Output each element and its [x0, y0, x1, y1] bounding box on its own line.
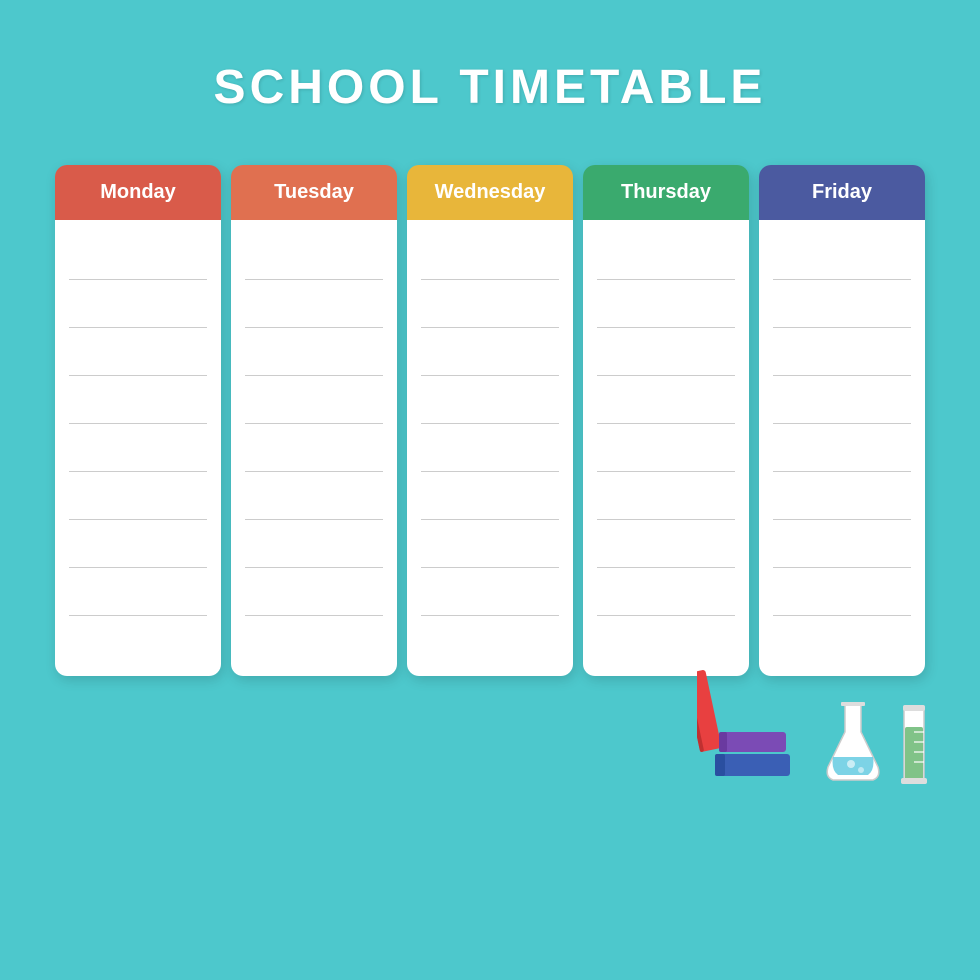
- schedule-line[interactable]: [597, 280, 735, 328]
- schedule-line[interactable]: [421, 232, 559, 280]
- schedule-line[interactable]: [421, 568, 559, 616]
- schedule-line[interactable]: [245, 568, 383, 616]
- schedule-line[interactable]: [421, 616, 559, 664]
- schedule-line[interactable]: [245, 376, 383, 424]
- schedule-line[interactable]: [69, 472, 207, 520]
- schedule-line[interactable]: [69, 328, 207, 376]
- page-title: SCHOOL TIMETABLE: [214, 60, 767, 115]
- schedule-line[interactable]: [245, 472, 383, 520]
- schedule-line[interactable]: [597, 568, 735, 616]
- day-body-monday: [55, 220, 221, 676]
- cylinder-icon: [899, 702, 925, 782]
- schedule-line[interactable]: [773, 376, 911, 424]
- day-body-thursday: [583, 220, 749, 676]
- flask-icon: [823, 702, 883, 782]
- day-column-thursday: Thursday: [583, 165, 749, 676]
- schedule-line[interactable]: [773, 424, 911, 472]
- schedule-line[interactable]: [421, 328, 559, 376]
- schedule-line[interactable]: [421, 376, 559, 424]
- schedule-line[interactable]: [245, 616, 383, 664]
- schedule-line[interactable]: [245, 424, 383, 472]
- schedule-line[interactable]: [69, 616, 207, 664]
- schedule-line[interactable]: [69, 424, 207, 472]
- schedule-line[interactable]: [773, 616, 911, 664]
- day-header-monday: Monday: [55, 165, 221, 220]
- schedule-line[interactable]: [245, 232, 383, 280]
- day-body-wednesday: [407, 220, 573, 676]
- schedule-line[interactable]: [773, 568, 911, 616]
- schedule-line[interactable]: [597, 616, 735, 664]
- schedule-line[interactable]: [69, 232, 207, 280]
- schedule-line[interactable]: [773, 328, 911, 376]
- day-column-monday: Monday: [55, 165, 221, 676]
- book-stack-icon: [715, 732, 790, 777]
- day-header-tuesday: Tuesday: [231, 165, 397, 220]
- schedule-line[interactable]: [69, 280, 207, 328]
- schedule-line[interactable]: [69, 568, 207, 616]
- schedule-line[interactable]: [69, 520, 207, 568]
- day-column-wednesday: Wednesday: [407, 165, 573, 676]
- schedule-line[interactable]: [421, 520, 559, 568]
- books-decoration: [697, 692, 807, 782]
- schedule-line[interactable]: [597, 424, 735, 472]
- schedule-line[interactable]: [597, 328, 735, 376]
- schedule-line[interactable]: [597, 520, 735, 568]
- schedule-line[interactable]: [597, 376, 735, 424]
- day-body-tuesday: [231, 220, 397, 676]
- schedule-line[interactable]: [421, 424, 559, 472]
- day-column-friday: Friday: [759, 165, 925, 676]
- schedule-line[interactable]: [597, 232, 735, 280]
- schedule-line[interactable]: [421, 280, 559, 328]
- schedule-line[interactable]: [245, 328, 383, 376]
- schedule-line[interactable]: [245, 280, 383, 328]
- day-column-tuesday: Tuesday: [231, 165, 397, 676]
- schedule-line[interactable]: [421, 472, 559, 520]
- day-header-friday: Friday: [759, 165, 925, 220]
- decorations-section: [55, 692, 925, 782]
- day-header-wednesday: Wednesday: [407, 165, 573, 220]
- schedule-line[interactable]: [597, 472, 735, 520]
- schedule-line[interactable]: [69, 376, 207, 424]
- schedule-line[interactable]: [773, 232, 911, 280]
- schedule-line[interactable]: [773, 280, 911, 328]
- timetable-grid: MondayTuesdayWednesdayThursdayFriday: [55, 165, 925, 676]
- schedule-line[interactable]: [773, 520, 911, 568]
- day-header-thursday: Thursday: [583, 165, 749, 220]
- day-body-friday: [759, 220, 925, 676]
- schedule-line[interactable]: [773, 472, 911, 520]
- schedule-line[interactable]: [245, 520, 383, 568]
